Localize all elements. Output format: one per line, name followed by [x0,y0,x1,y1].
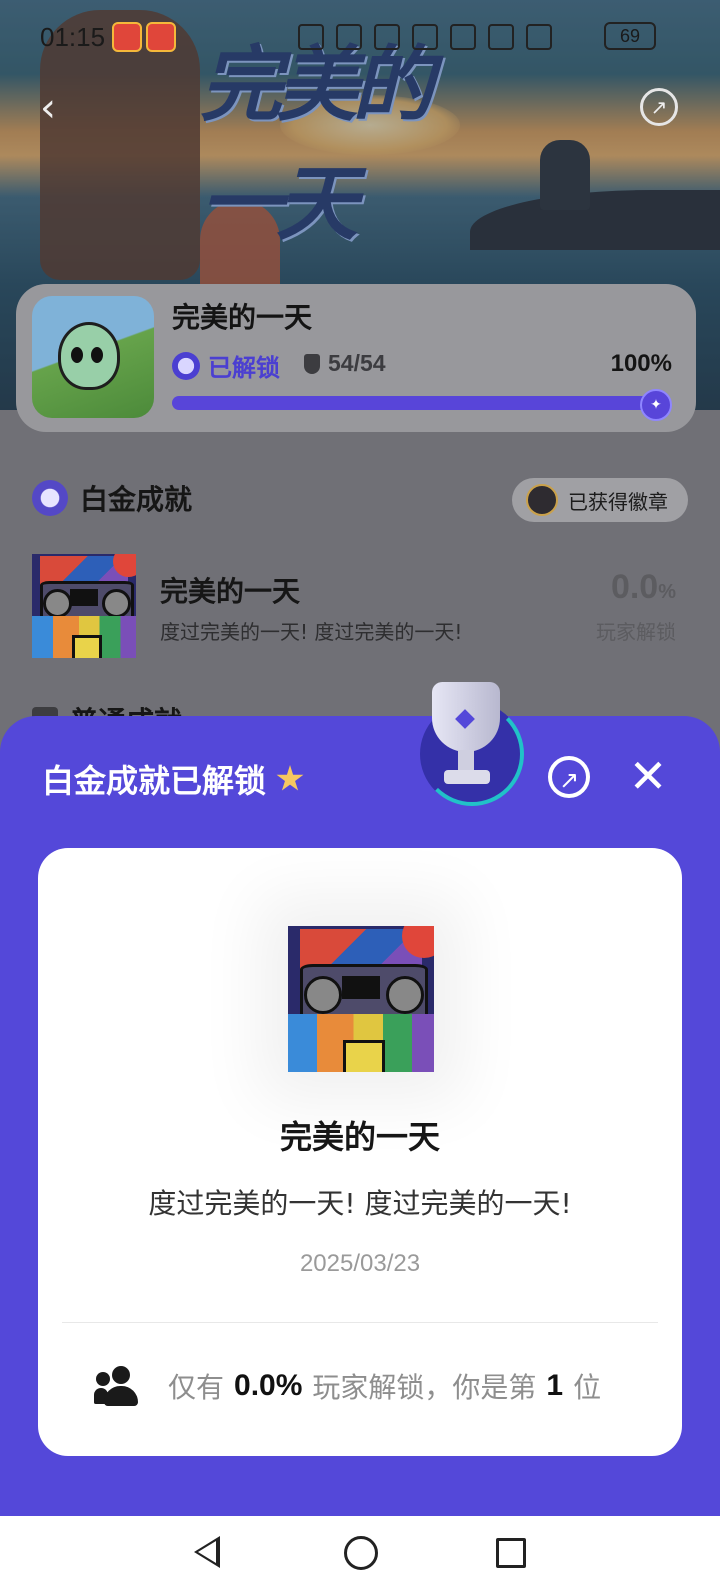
trophy-icon [404,682,524,812]
game-info-card: 完美的一天 已解锁 54/54 100% ✦ [16,284,696,432]
status-bar: 01:15 69 [0,0,720,70]
gift-icon [112,22,142,52]
bluetooth-icon [412,24,438,50]
platinum-section-header: 白金成就 [32,478,192,518]
achievement-row[interactable]: 完美的一天 度过完美的一天! 度过完美的一天! 0.0% 玩家解锁 [32,554,688,658]
alien-image [58,322,120,390]
achievement-percent: 0.0% [610,568,676,606]
mute-icon [450,24,476,50]
sheet-title-text: 白金成就已解锁 [42,762,267,800]
nav-back-icon[interactable] [194,1536,220,1568]
platinum-section-title: 白金成就 [80,483,193,516]
achievement-title: 完美的一天 [279,1118,440,1156]
achievement-detail-card: 完美的一天 度过完美的一天! 度过完美的一天! 2025/03/23 仅有 0.… [38,848,682,1456]
nav-home-icon[interactable] [344,1536,378,1570]
system-nav-bar [0,1516,720,1592]
nfc-icon [336,24,362,50]
speed-icon [298,24,324,50]
status-time: 01:15 [40,22,106,52]
platinum-icon [172,351,200,380]
trophy-icon [304,353,320,374]
earned-badges-button[interactable]: 已获得徽章 [512,478,688,522]
battery-icon: 69 [604,22,656,50]
alarm-icon [374,24,400,50]
stat-middle: 玩家解锁，你是第 [312,1371,537,1404]
achievement-desc: 度过完美的一天! 度过完美的一天! [160,620,463,644]
signal-icon [526,24,552,50]
achievement-thumbnail [32,554,136,658]
stat-percent: 0.0% [234,1369,303,1402]
sheet-title: 白金成就已解锁 [42,756,304,802]
stat-rank: 1 [546,1369,564,1402]
back-button[interactable]: ‹ [28,88,68,128]
trophy-count: 54/54 [304,350,386,377]
unlock-status: 已解锁 [172,348,280,383]
signal-icon [488,24,514,50]
unlock-date: 2025/03/23 [299,1250,421,1277]
game-cover [32,296,154,418]
divider [62,1322,658,1323]
stat-suffix: 位 [573,1371,602,1404]
game-title: 完美的一天 [172,301,313,334]
progress-bar: ✦ [172,389,672,421]
share-icon[interactable]: ↗ [640,88,678,126]
achievement-image [288,926,434,1072]
platinum-unlocked-sheet: 白金成就已解锁 ↗ ✕ 完美的一天 度过完美的一天! 度过完美的一天! 2025… [0,682,720,1516]
achievement-desc: 度过完美的一天! 度过完美的一天! [148,1187,572,1220]
unlock-status-label: 已解锁 [208,354,280,382]
badge-avatar-icon [526,484,558,516]
alien-eye [71,347,83,363]
unlock-rarity-stat: 仅有 0.0% 玩家解锁，你是第 1 位 [94,1366,601,1406]
achievement-percent-label: 玩家解锁 [596,620,676,644]
progress-percent: 100% [610,350,672,377]
sparkle-icon [276,765,304,791]
stat-prefix: 仅有 [168,1371,225,1404]
gift-icon [146,22,176,52]
platinum-icon [32,480,68,516]
share-button[interactable]: ↗ [548,756,590,798]
progress-star-icon: ✦ [640,389,672,421]
trophy-count-value: 54/54 [328,350,386,376]
close-button[interactable]: ✕ [624,752,672,800]
users-icon [94,1366,144,1406]
alien-eye [91,347,103,363]
nav-recents-icon[interactable] [496,1538,526,1568]
earned-badges-label: 已获得徽章 [568,489,668,514]
achievement-title: 完美的一天 [160,575,301,608]
status-icons [298,24,552,50]
